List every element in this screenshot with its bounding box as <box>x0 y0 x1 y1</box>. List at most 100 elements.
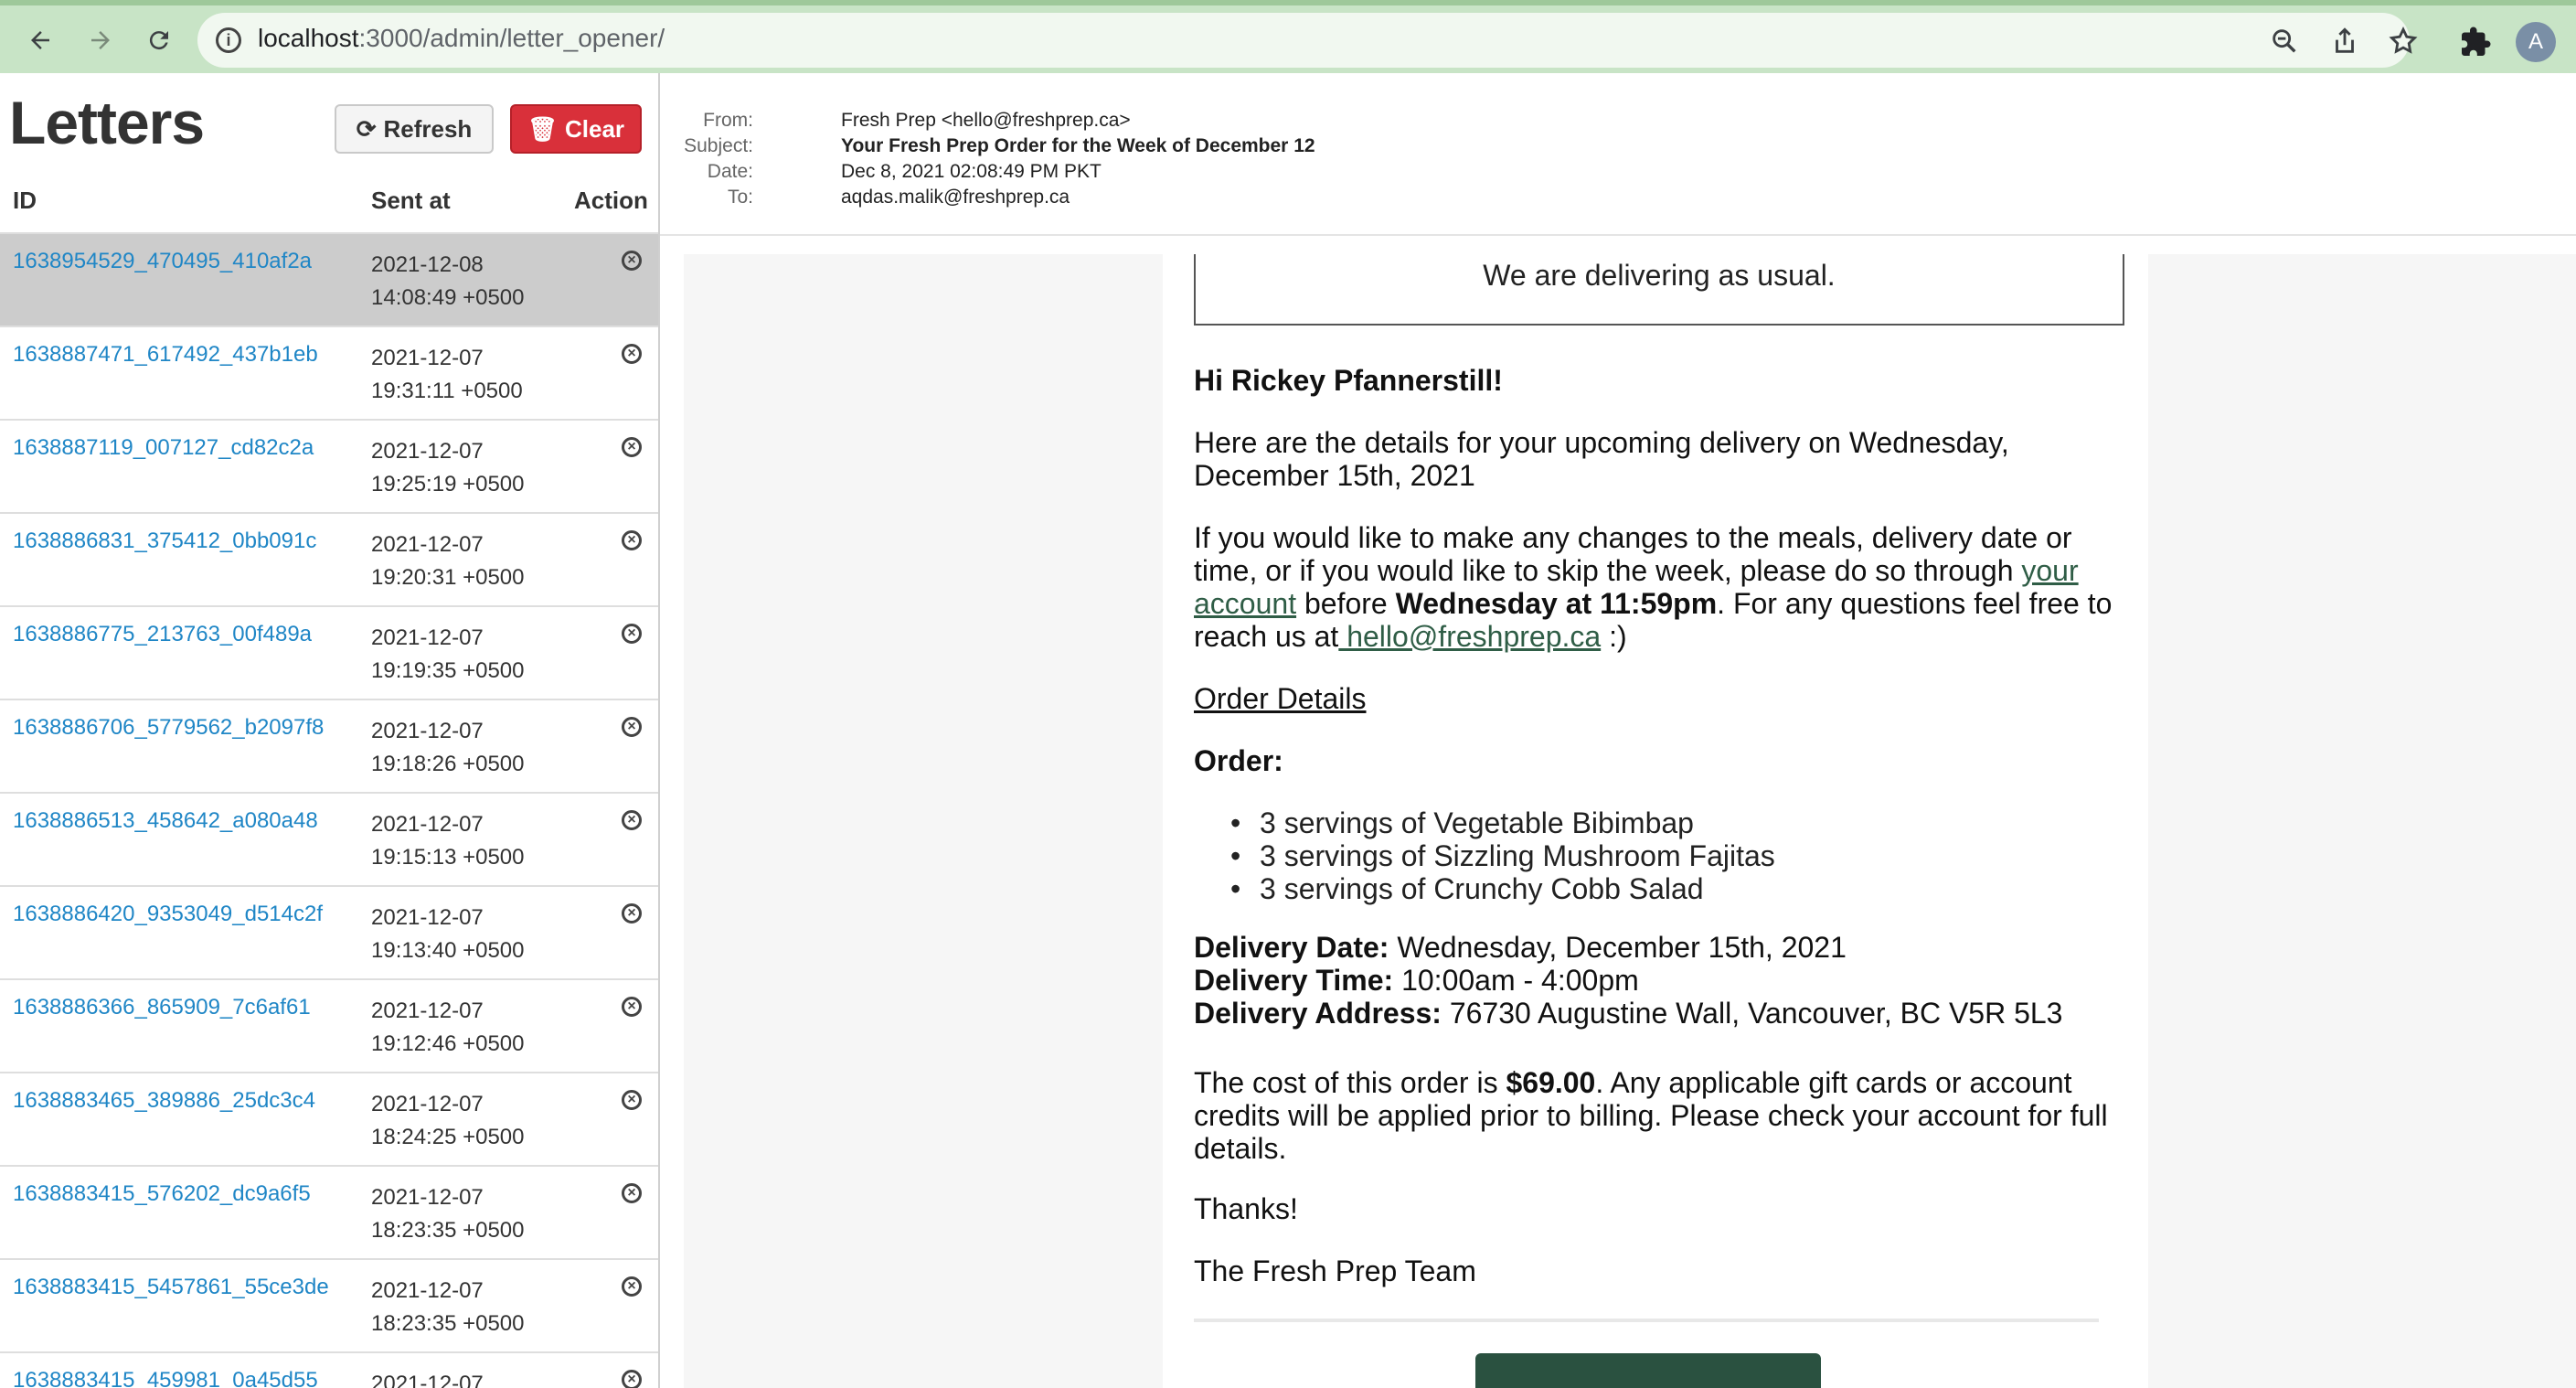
list-item: 3 servings of Crunchy Cobb Salad <box>1194 872 2108 905</box>
refresh-button[interactable]: ⟳ Refresh <box>335 104 494 154</box>
url-path: :3000/admin/letter_opener/ <box>358 24 665 52</box>
clear-button[interactable]: 🗑 Clear <box>510 104 642 154</box>
sent-time: 19:19:35 +0500 <box>371 658 525 683</box>
email-preview[interactable]: We are delivering as usual. Hi Rickey Pf… <box>684 254 2576 1388</box>
sent-date: 2021-12-07 <box>371 905 484 930</box>
table-row[interactable]: 1638886366_865909_7c6af61 2021-12-07 19:1… <box>0 978 658 1072</box>
table-row[interactable]: 1638887471_617492_437b1eb 2021-12-07 19:3… <box>0 326 658 419</box>
letter-id-link[interactable]: 1638886513_458642_a080a48 <box>13 808 318 834</box>
changes-text: If you would like to make any changes to… <box>1194 521 2072 587</box>
subject-value: Your Fresh Prep Order for the Week of De… <box>841 135 1315 156</box>
sent-time: 14:08:49 +0500 <box>371 285 525 310</box>
cost-text: The cost of this order is <box>1194 1066 1506 1099</box>
sent-date: 2021-12-07 <box>371 346 484 370</box>
cost-amount: $69.00 <box>1506 1066 1596 1099</box>
delivery-notice: We are delivering as usual. <box>1194 254 2124 326</box>
delete-icon[interactable]: × <box>622 1183 642 1203</box>
sent-time: 19:18:26 +0500 <box>371 752 525 776</box>
col-header-sent-at: Sent at <box>371 187 451 214</box>
sent-at: 2021-12-07 19:15:13 +0500 <box>371 808 525 874</box>
letter-id-link[interactable]: 1638886775_213763_00f489a <box>13 622 312 647</box>
table-row[interactable]: 1638883415_459981_0a45d55 2021-12-07 × <box>0 1351 658 1388</box>
delete-icon[interactable]: × <box>622 251 642 271</box>
delete-icon[interactable]: × <box>622 1090 642 1110</box>
delete-icon[interactable]: × <box>622 717 642 737</box>
sent-at: 2021-12-07 18:23:35 +0500 <box>371 1181 525 1247</box>
letter-id-link[interactable]: 1638883415_576202_dc9a6f5 <box>13 1181 311 1207</box>
delivery-date-label: Delivery Date: <box>1194 931 1389 964</box>
delivery-time-line: Delivery Time: 10:00am - 4:00pm <box>1194 964 2126 997</box>
email-content: We are delivering as usual. Hi Rickey Pf… <box>1163 254 2148 1388</box>
table-row[interactable]: 1638883415_576202_dc9a6f5 2021-12-07 18:2… <box>0 1165 658 1258</box>
order-details-link[interactable]: Order Details <box>1194 682 2126 715</box>
letter-id-link[interactable]: 1638954529_470495_410af2a <box>13 249 312 274</box>
letter-id-link[interactable]: 1638886420_9353049_d514c2f <box>13 902 323 927</box>
delivery-address-line: Delivery Address: 76730 Augustine Wall, … <box>1194 997 2126 1030</box>
zoom-icon[interactable] <box>2269 26 2300 57</box>
sent-time: 18:24:25 +0500 <box>371 1125 525 1149</box>
bookmark-star-icon[interactable] <box>2388 26 2419 57</box>
sent-time: 19:15:13 +0500 <box>371 845 525 870</box>
sent-at: 2021-12-07 19:13:40 +0500 <box>371 902 525 967</box>
delete-icon[interactable]: × <box>622 624 642 644</box>
delete-icon[interactable]: × <box>622 344 642 364</box>
url-text[interactable]: localhost:3000/admin/letter_opener/ <box>258 24 665 53</box>
delivery-info: Delivery Date: Wednesday, December 15th,… <box>1194 931 2126 1030</box>
delete-icon[interactable]: × <box>622 530 642 550</box>
table-row[interactable]: 1638886775_213763_00f489a 2021-12-07 19:1… <box>0 605 658 699</box>
letter-id-link[interactable]: 1638886366_865909_7c6af61 <box>13 995 311 1020</box>
sent-date: 2021-12-07 <box>371 719 484 743</box>
back-button[interactable] <box>18 18 62 62</box>
delete-icon[interactable]: × <box>622 810 642 830</box>
table-row[interactable]: 1638887119_007127_cd82c2a 2021-12-07 19:2… <box>0 419 658 512</box>
table-row[interactable]: 1638886831_375412_0bb091c 2021-12-07 19:2… <box>0 512 658 605</box>
sent-time: 19:13:40 +0500 <box>371 938 525 963</box>
sent-date: 2021-12-07 <box>371 625 484 650</box>
letter-id-link[interactable]: 1638887471_617492_437b1eb <box>13 342 318 368</box>
delivery-address-label: Delivery Address: <box>1194 997 1442 1030</box>
subject-label: Subject: <box>684 135 753 156</box>
cta-button[interactable] <box>1475 1353 1821 1388</box>
delete-icon[interactable]: × <box>622 1370 642 1388</box>
table-row[interactable]: 1638886420_9353049_d514c2f 2021-12-07 19:… <box>0 885 658 978</box>
letter-id-link[interactable]: 1638883465_389886_25dc3c4 <box>13 1088 315 1114</box>
letters-sidebar: Letters ⟳ Refresh 🗑 Clear ID Sent at Act… <box>0 73 660 1388</box>
from-label: From: <box>703 110 753 131</box>
greeting: Hi Rickey Pfannerstill! <box>1194 364 1503 397</box>
sent-time: 18:23:35 +0500 <box>371 1218 525 1243</box>
support-email-link[interactable]: hello@freshprep.ca <box>1338 620 1601 653</box>
letter-id-link[interactable]: 1638883415_459981_0a45d55 <box>13 1368 318 1388</box>
sent-time: 19:31:11 +0500 <box>371 379 523 403</box>
page-title: Letters <box>9 89 205 156</box>
letter-id-link[interactable]: 1638886706_5779562_b2097f8 <box>13 715 324 741</box>
table-row[interactable]: 1638954529_470495_410af2a 2021-12-08 14:0… <box>0 232 658 326</box>
url-host: localhost <box>258 24 359 52</box>
profile-avatar[interactable]: A <box>2516 22 2556 62</box>
table-row[interactable]: 1638883465_389886_25dc3c4 2021-12-07 18:2… <box>0 1072 658 1165</box>
sent-at: 2021-12-07 19:19:35 +0500 <box>371 622 525 688</box>
refresh-icon: ⟳ <box>356 114 377 143</box>
sent-date: 2021-12-08 <box>371 252 484 277</box>
extensions-puzzle-icon[interactable] <box>2459 26 2492 59</box>
reload-button[interactable] <box>137 18 181 62</box>
delete-icon[interactable]: × <box>622 1276 642 1297</box>
delete-icon[interactable]: × <box>622 997 642 1017</box>
letter-id-link[interactable]: 1638883415_5457861_55ce3de <box>13 1275 329 1300</box>
email-headers: From: Fresh Prep <hello@freshprep.ca> Su… <box>660 73 2576 236</box>
share-icon[interactable] <box>2329 26 2360 57</box>
delete-icon[interactable]: × <box>622 903 642 924</box>
letter-id-link[interactable]: 1638887119_007127_cd82c2a <box>13 435 314 461</box>
sent-time: 19:12:46 +0500 <box>371 1031 525 1056</box>
site-info-icon[interactable]: i <box>216 27 241 53</box>
sent-at: 2021-12-07 19:12:46 +0500 <box>371 995 525 1061</box>
forward-button[interactable] <box>79 18 122 62</box>
table-row[interactable]: 1638886513_458642_a080a48 2021-12-07 19:1… <box>0 792 658 885</box>
letter-id-link[interactable]: 1638886831_375412_0bb091c <box>13 529 316 554</box>
sent-date: 2021-12-07 <box>371 1185 484 1210</box>
email-divider <box>1194 1319 2099 1322</box>
sent-date: 2021-12-07 <box>371 1372 484 1388</box>
table-row[interactable]: 1638886706_5779562_b2097f8 2021-12-07 19:… <box>0 699 658 792</box>
table-row[interactable]: 1638883415_5457861_55ce3de 2021-12-07 18:… <box>0 1258 658 1351</box>
delete-icon[interactable]: × <box>622 437 642 457</box>
delivery-address-value: 76730 Augustine Wall, Vancouver, BC V5R … <box>1441 997 2063 1030</box>
